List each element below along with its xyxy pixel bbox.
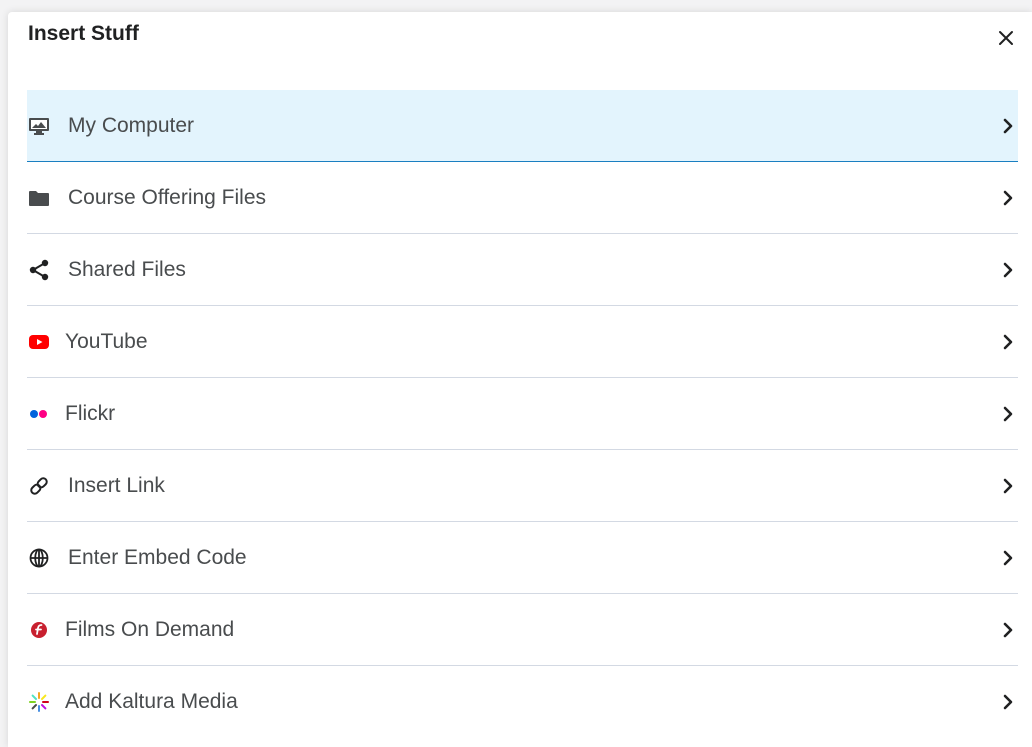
list-item-youtube[interactable]: YouTube — [27, 306, 1018, 378]
youtube-icon — [27, 330, 51, 354]
list-item-shared-files[interactable]: Shared Files — [27, 234, 1018, 306]
list-item-label: Enter Embed Code — [68, 545, 247, 569]
chevron-right-icon — [1000, 260, 1016, 280]
list-item-add-kaltura-media[interactable]: Add Kaltura Media — [27, 666, 1018, 738]
chevron-right-icon — [1000, 332, 1016, 352]
kaltura-icon — [27, 690, 51, 714]
list-item-films-on-demand[interactable]: Films On Demand — [27, 594, 1018, 666]
chevron-right-icon — [1000, 476, 1016, 496]
list-item-course-offering-files[interactable]: Course Offering Files — [27, 162, 1018, 234]
chevron-right-icon — [1000, 116, 1016, 136]
films-on-demand-icon — [27, 618, 51, 642]
list-item-label: Course Offering Files — [68, 185, 267, 209]
source-list: My Computer Course Offering Files Shared… — [27, 90, 1018, 738]
list-item-enter-embed-code[interactable]: Enter Embed Code — [27, 522, 1018, 594]
link-icon — [27, 474, 51, 498]
chevron-right-icon — [1000, 404, 1016, 424]
list-item-insert-link[interactable]: Insert Link — [27, 450, 1018, 522]
flickr-icon — [27, 402, 51, 426]
chevron-right-icon — [1000, 548, 1016, 568]
list-item-label: Insert Link — [68, 473, 165, 497]
globe-icon — [27, 546, 51, 570]
monitor-icon — [27, 114, 51, 138]
chevron-right-icon — [1000, 188, 1016, 208]
close-icon — [999, 31, 1013, 45]
chevron-right-icon — [1000, 620, 1016, 640]
list-item-label: Shared Files — [68, 257, 186, 281]
chevron-right-icon — [1000, 692, 1016, 712]
list-item-label: Add Kaltura Media — [65, 690, 238, 713]
insert-stuff-dialog: Insert Stuff My Computer Course Offering… — [8, 12, 1032, 747]
list-item-label: Flickr — [65, 401, 116, 425]
dialog-header: Insert Stuff — [8, 12, 1032, 90]
list-item-my-computer[interactable]: My Computer — [27, 90, 1018, 162]
list-item-label: Films On Demand — [65, 617, 235, 641]
folder-icon — [27, 186, 51, 210]
close-button[interactable] — [994, 26, 1018, 50]
list-item-label: My Computer — [68, 113, 195, 137]
share-icon — [27, 258, 51, 282]
dialog-title: Insert Stuff — [28, 22, 139, 45]
list-item-label: YouTube — [65, 329, 148, 353]
list-item-flickr[interactable]: Flickr — [27, 378, 1018, 450]
